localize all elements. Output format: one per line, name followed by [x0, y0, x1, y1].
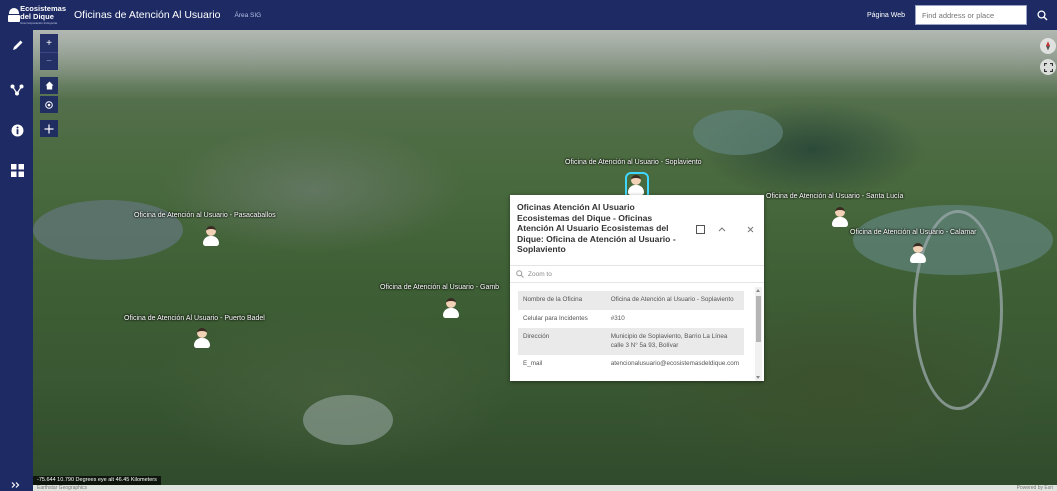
point-label: Oficina de Atención Al Usuario - Puerto … [124, 315, 265, 322]
point-label: Oficina de Atención al Usuario - Soplavi… [565, 159, 702, 166]
zoom-out-button[interactable]: − [40, 52, 58, 70]
popup-header: Oficinas Atención Al Usuario Ecosistemas… [510, 195, 764, 265]
grid-icon [10, 163, 24, 177]
zoom-in-button[interactable]: + [40, 34, 58, 52]
scroll-up-icon[interactable] [756, 289, 760, 292]
scroll-thumb[interactable] [756, 296, 761, 342]
web-page-link[interactable]: Página Web [867, 12, 905, 19]
collapse-popup-button[interactable] [716, 223, 728, 235]
feature-popup: Oficinas Atención Al Usuario Ecosistemas… [510, 195, 764, 381]
pan-arrows-icon [44, 124, 54, 133]
info-icon [11, 124, 23, 136]
lake [303, 395, 393, 445]
popup-content: Nombre de la Oficina Oficina de Atención… [510, 287, 764, 381]
point-label: Oficina de Atención al Usuario - Calamar [850, 229, 977, 236]
popup-title: Oficinas Atención Al Usuario Ecosistemas… [517, 202, 676, 254]
home-icon [45, 81, 53, 90]
dock-icon [695, 224, 705, 234]
logo-tagline: Una Corporación Incluyente [20, 21, 58, 25]
popup-scrollbar[interactable] [755, 287, 762, 381]
office-marker-icon[interactable] [443, 298, 459, 318]
apps-button[interactable] [8, 161, 26, 179]
draw-tool-button[interactable] [8, 36, 26, 54]
zoom-to-label: Zoom to [528, 270, 552, 278]
field-value: Municipio de Soplaviento, Barrio La Líne… [605, 328, 744, 355]
coordinates-readout: -75.644 10.790 Degrees eye alt 46.45 Kil… [33, 476, 161, 485]
table-row: Dirección Municipio de Soplaviento, Barr… [518, 328, 744, 355]
point-label: Oficina de Atención al Usuario - Santa L… [766, 193, 904, 200]
compass-button[interactable] [1040, 38, 1056, 54]
map-attribution: Earthstar Geographics Powered by Esri [33, 485, 1057, 491]
home-button[interactable] [40, 77, 58, 94]
attribution-text: Earthstar Geographics [37, 485, 88, 491]
share-tool-button[interactable] [8, 81, 26, 99]
office-marker-icon[interactable] [194, 328, 210, 348]
zoom-in-icon [516, 270, 524, 278]
field-name: E_mail [523, 360, 543, 367]
network-icon [10, 84, 24, 96]
field-name: Celular para Incidentes [523, 314, 588, 322]
table-row: E_mail atencionalusuario@ecosistemasdeld… [518, 355, 744, 374]
app-subtitle: Área SIG [234, 11, 262, 19]
powered-by-text[interactable]: Powered by Esri [1017, 485, 1053, 491]
river [913, 210, 1003, 410]
fullscreen-icon [1043, 62, 1053, 72]
zoom-control: + − [40, 34, 58, 70]
search-input[interactable] [922, 6, 1026, 24]
field-name: Nombre de la Oficina [518, 291, 606, 310]
app-header: Ecosistemas del Dique Una Corporación In… [0, 0, 1057, 30]
point-label: Oficina de Atención al Usuario - Pasacab… [134, 212, 276, 219]
app-title: Oficinas de Atención Al Usuario [74, 9, 221, 21]
zoom-to-action[interactable]: Zoom to [510, 265, 764, 283]
double-chevron-right-icon [11, 482, 20, 488]
app-window: Ecosistemas del Dique Una Corporación In… [0, 0, 1057, 491]
search-button[interactable] [1029, 5, 1055, 25]
expand-sidebar-button[interactable] [11, 482, 20, 490]
chevron-up-icon [718, 227, 726, 232]
fullscreen-button[interactable] [1040, 59, 1056, 75]
close-popup-button[interactable] [744, 223, 756, 235]
field-value: Oficina de Atención al Usuario - Soplavi… [605, 291, 744, 310]
attribute-table: Nombre de la Oficina Oficina de Atención… [518, 291, 744, 374]
search-icon [1036, 9, 1047, 20]
table-row: Nombre de la Oficina Oficina de Atención… [518, 291, 744, 310]
dock-popup-button[interactable] [694, 223, 706, 235]
logo-mark-icon [8, 8, 21, 22]
logo-line2: del Dique [20, 12, 54, 21]
locate-button[interactable] [40, 96, 58, 113]
field-value: #310 [610, 314, 625, 322]
office-marker-icon[interactable] [832, 207, 848, 227]
point-label: Oficina de Atención al Usuario - Gamb [380, 284, 500, 291]
locate-icon [45, 100, 53, 109]
scroll-down-icon[interactable] [756, 376, 760, 379]
office-marker-icon[interactable] [910, 243, 926, 263]
logo[interactable]: Ecosistemas del Dique Una Corporación In… [8, 5, 66, 25]
lake [693, 110, 783, 155]
left-toolbar [0, 30, 33, 491]
office-marker-icon[interactable] [203, 226, 219, 246]
pencil-icon [12, 40, 22, 50]
close-icon [747, 226, 753, 232]
about-button[interactable] [8, 121, 26, 139]
office-marker-icon[interactable] [625, 172, 649, 200]
search-box [915, 5, 1027, 25]
field-value[interactable]: atencionalusuario@ecosistemasdeldique.co… [606, 355, 744, 374]
navigation-toggle-button[interactable] [40, 120, 58, 137]
table-row: Celular para Incidentes #310 [518, 310, 744, 329]
bay [33, 200, 183, 260]
compass-icon [1046, 41, 1050, 51]
field-name: Dirección [518, 328, 606, 355]
